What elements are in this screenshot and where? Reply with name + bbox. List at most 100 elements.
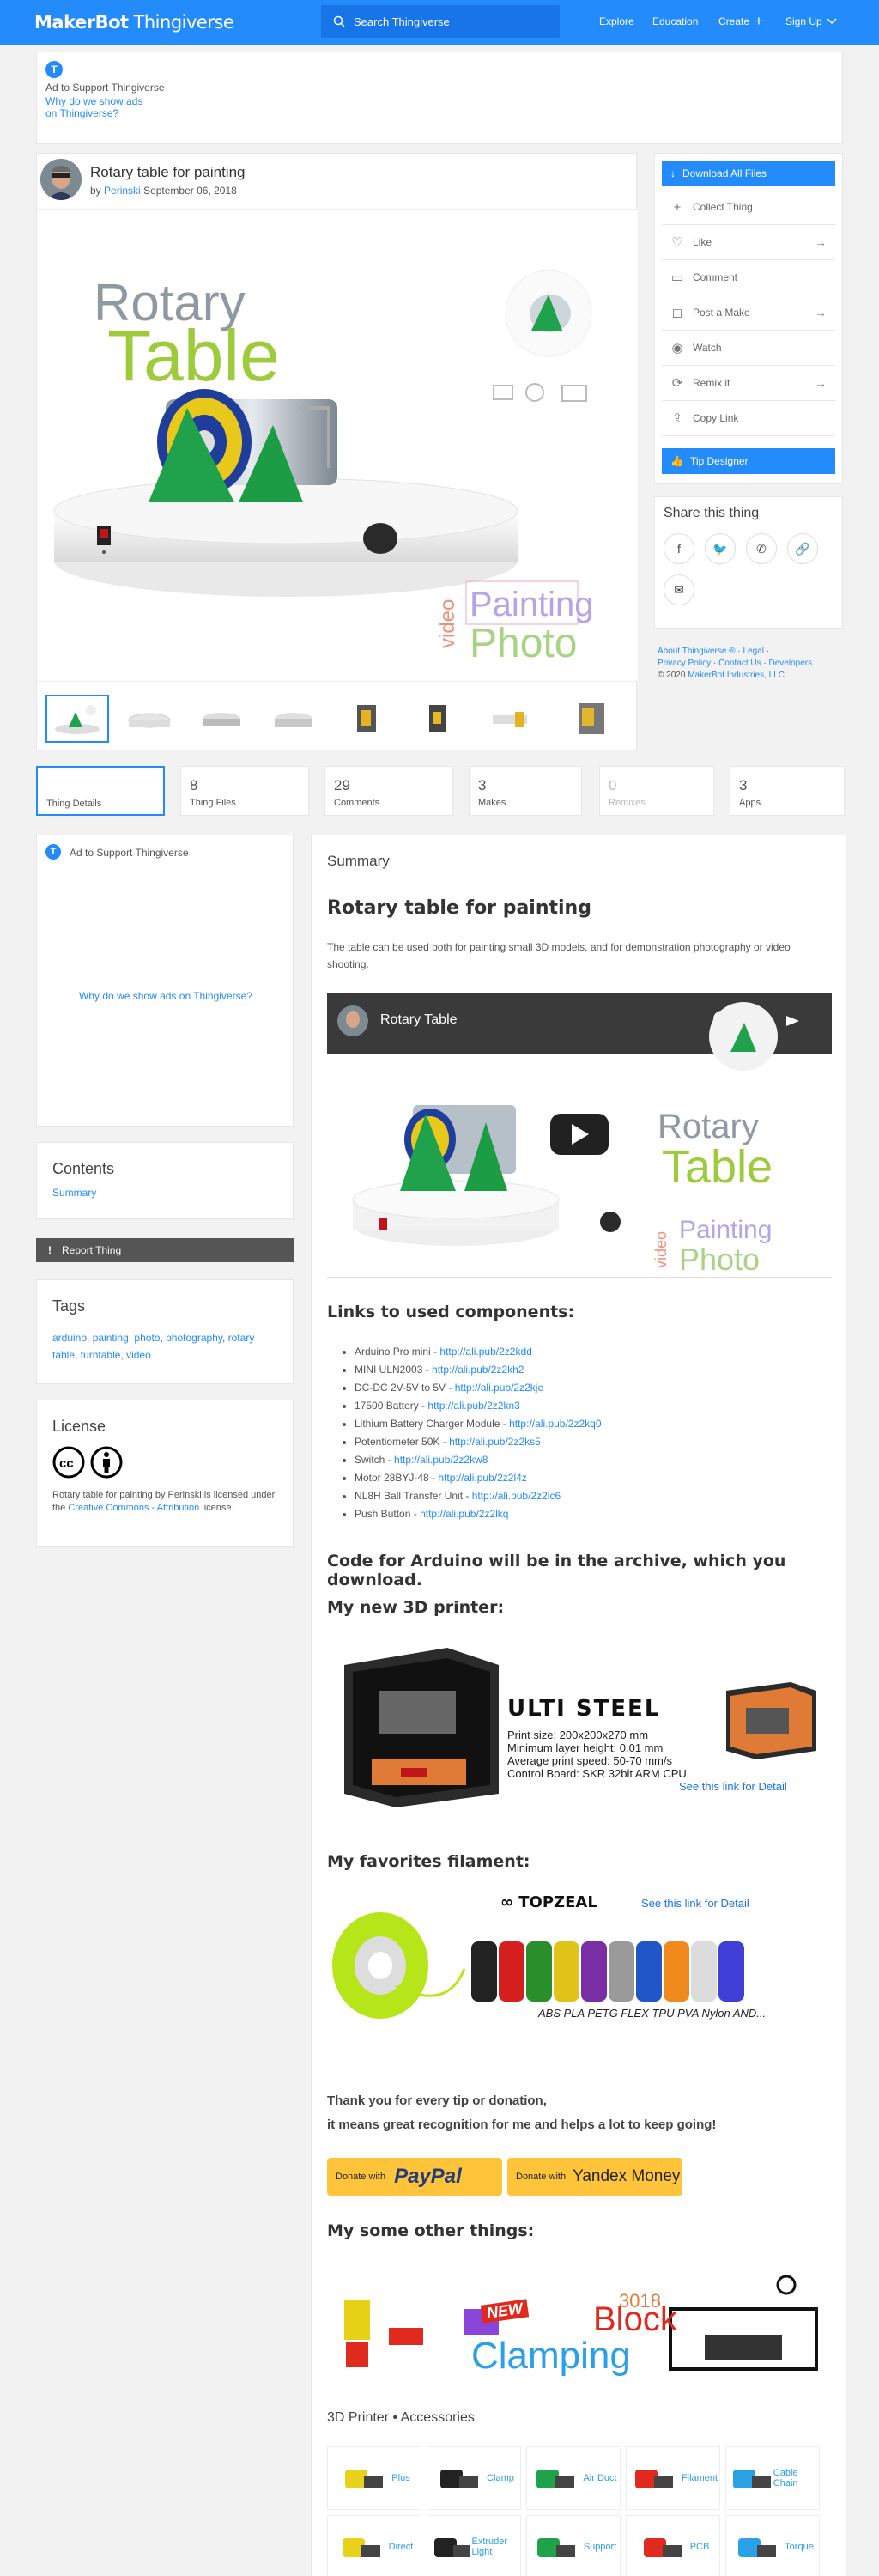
other-things-banner[interactable]: NEW Block 3018 Clamping — [327, 2266, 832, 2386]
thumbnail-2[interactable] — [118, 695, 181, 743]
thumbs-up-icon: 👍 — [670, 455, 683, 467]
link-icon[interactable]: 🔗 — [787, 533, 818, 564]
thumbnail-1[interactable] — [45, 694, 109, 743]
component-link[interactable]: http://ali.pub/2z2kje — [455, 1382, 543, 1394]
thumbnail-4[interactable] — [262, 695, 325, 743]
accessory-thumbnail[interactable]: Clamp — [427, 2446, 521, 2510]
download-all-files-button[interactable]: ↓ Download All Files — [662, 161, 835, 186]
thumbnail-5[interactable] — [334, 695, 397, 743]
paypal-donate-button[interactable]: Donate with PayPal — [327, 2158, 502, 2196]
contact-link[interactable]: Contact Us — [718, 659, 761, 668]
action-remix-it[interactable]: ⟳ Remix it → — [662, 366, 835, 401]
component-link[interactable]: http://ali.pub/2z2lc6 — [472, 1490, 561, 1502]
component-link[interactable]: http://ali.pub/2z2ks5 — [449, 1436, 541, 1448]
accessory-thumbnail[interactable]: Support — [526, 2515, 621, 2576]
accessory-thumbnail[interactable]: Filament — [626, 2446, 720, 2510]
printer-banner[interactable]: ULTI STEEL Print size: 200x200x270 mm Mi… — [327, 1639, 832, 1807]
logo-brand: MakerBot — [34, 12, 129, 33]
tab-thing-details[interactable]: Thing Details — [36, 766, 165, 816]
facebook-icon[interactable]: f — [664, 533, 694, 564]
tab-thing-files[interactable]: 8 Thing Files — [180, 766, 309, 816]
thumbnail-8[interactable] — [550, 695, 614, 743]
tag-link[interactable]: photo — [134, 1332, 160, 1344]
nav-create[interactable]: Create — [718, 15, 749, 27]
nav-education[interactable]: Education — [652, 15, 698, 27]
why-ads-link[interactable]: Why do we show ads on Thingiverse? — [37, 990, 294, 1002]
summary-heading: Summary — [327, 853, 390, 869]
video-embed[interactable]: Rotary Table video Painting Photo Rotary… — [327, 993, 832, 1277]
arrow-right-icon[interactable]: → — [815, 376, 827, 390]
tab-apps[interactable]: 3 Apps — [730, 766, 845, 816]
nav-explore[interactable]: Explore — [599, 15, 634, 27]
hero-image[interactable]: Rotary Table video Painting Photo — [37, 210, 638, 681]
whatsapp-icon[interactable]: ✆ — [746, 533, 777, 564]
tag-link[interactable]: photography — [166, 1332, 222, 1344]
component-link[interactable]: http://ali.pub/2z2l4z — [438, 1472, 526, 1484]
tab-count: 8 — [190, 777, 198, 793]
chevron-down-icon[interactable] — [827, 18, 837, 25]
about-link[interactable]: About Thingiverse ® — [658, 647, 736, 656]
action-comment[interactable]: ▭ Comment — [662, 260, 835, 295]
privacy-link[interactable]: Privacy Policy — [658, 659, 711, 668]
filament-detail-link[interactable]: See this link for Detail — [641, 1897, 749, 1910]
plus-icon[interactable]: + — [755, 13, 763, 30]
component-link[interactable]: http://ali.pub/2z2kh2 — [432, 1364, 524, 1376]
accessory-thumbnail[interactable]: Cable Chain — [725, 2446, 820, 2510]
accessory-image — [634, 2470, 673, 2488]
component-link[interactable]: http://ali.pub/2z2kdd — [440, 1346, 531, 1358]
report-thing-button[interactable]: ! Report Thing — [36, 1238, 294, 1262]
tip-label: Tip Designer — [689, 455, 749, 467]
action-collect-thing[interactable]: + Collect Thing — [662, 190, 835, 225]
thumbnail-3[interactable] — [190, 695, 253, 743]
component-link[interactable]: http://ali.pub/2z2kw8 — [394, 1454, 488, 1466]
email-icon[interactable]: ✉ — [664, 574, 694, 605]
tab-comments[interactable]: 29 Comments — [324, 766, 453, 816]
thumbnail-6[interactable] — [406, 695, 470, 743]
author-link[interactable]: Perinski — [104, 185, 141, 197]
component-name: DC-DC 2V-5V to 5V — [355, 1382, 446, 1394]
yandex-donate-button[interactable]: Donate with Yandex Money — [507, 2158, 682, 2196]
action-like[interactable]: ♡ Like → — [662, 225, 835, 260]
accessory-thumbnail[interactable]: Extruder Light — [427, 2515, 521, 2576]
tag-link[interactable]: arduino — [52, 1332, 87, 1344]
search-input[interactable]: Search Thingiverse — [321, 5, 560, 38]
nav-sign-up[interactable]: Sign Up — [785, 15, 822, 27]
action-watch[interactable]: ◉ Watch — [662, 331, 835, 366]
arrow-right-icon[interactable]: → — [815, 306, 827, 319]
action-label: Post a Make — [693, 307, 750, 319]
accessory-thumbnail[interactable]: Air Duct — [526, 2446, 621, 2510]
developers-link[interactable]: Developers — [769, 659, 813, 668]
component-link[interactable]: http://ali.pub/2z2lkq — [420, 1508, 508, 1520]
tab-remixes[interactable]: 0 Remixes — [599, 766, 714, 816]
component-link[interactable]: http://ali.pub/2z2kq0 — [509, 1418, 601, 1430]
component-link[interactable]: http://ali.pub/2z2kn3 — [427, 1400, 519, 1412]
makerbot-link[interactable]: MakerBot Industries, LLC — [688, 671, 785, 680]
tag-link[interactable]: video — [126, 1349, 151, 1361]
accessory-thumbnail[interactable]: Plus — [327, 2446, 421, 2510]
tag-link[interactable]: painting — [93, 1332, 129, 1344]
accessory-image — [733, 2470, 771, 2488]
legal-link[interactable]: Legal — [743, 647, 763, 656]
accessory-thumbnail[interactable]: Torque — [725, 2515, 820, 2576]
accessory-thumbnail[interactable]: PCB — [626, 2515, 720, 2576]
tag-link[interactable]: turntable — [81, 1349, 121, 1361]
thumbnail-7[interactable] — [478, 695, 542, 743]
accessory-thumbnail[interactable]: Direct — [327, 2515, 421, 2576]
filament-banner[interactable]: ∞ TOPZEAL See this link for Detail ABS P… — [327, 1892, 832, 2026]
printer-detail-link[interactable]: See this link for Detail — [679, 1780, 787, 1793]
author-avatar[interactable] — [40, 159, 82, 200]
license-link[interactable]: Creative Commons - Attribution — [68, 1503, 199, 1513]
thanks-line-1: Thank you for every tip or donation, — [327, 2093, 547, 2108]
why-ads-link[interactable]: Why do we show ads on Thingiverse? — [45, 95, 142, 119]
tip-designer-button[interactable]: 👍 Tip Designer — [662, 448, 835, 474]
banner-year: 3018 — [619, 2290, 661, 2312]
arrow-right-icon[interactable]: → — [815, 235, 827, 249]
action-post-a-make[interactable]: ◻ Post a Make → — [662, 295, 835, 331]
twitter-icon[interactable]: 🐦 — [705, 533, 736, 564]
thingiverse-logo[interactable]: MakerBot Thingiverse — [34, 12, 234, 33]
license-text: Rotary table for painting by Perinski is… — [52, 1489, 277, 1515]
contents-summary-link[interactable]: Summary — [52, 1187, 277, 1199]
tab-makes[interactable]: 3 Makes — [469, 766, 582, 816]
action-copy-link[interactable]: ⇪ Copy Link — [662, 401, 835, 436]
hero-table-text: Table — [107, 315, 280, 396]
